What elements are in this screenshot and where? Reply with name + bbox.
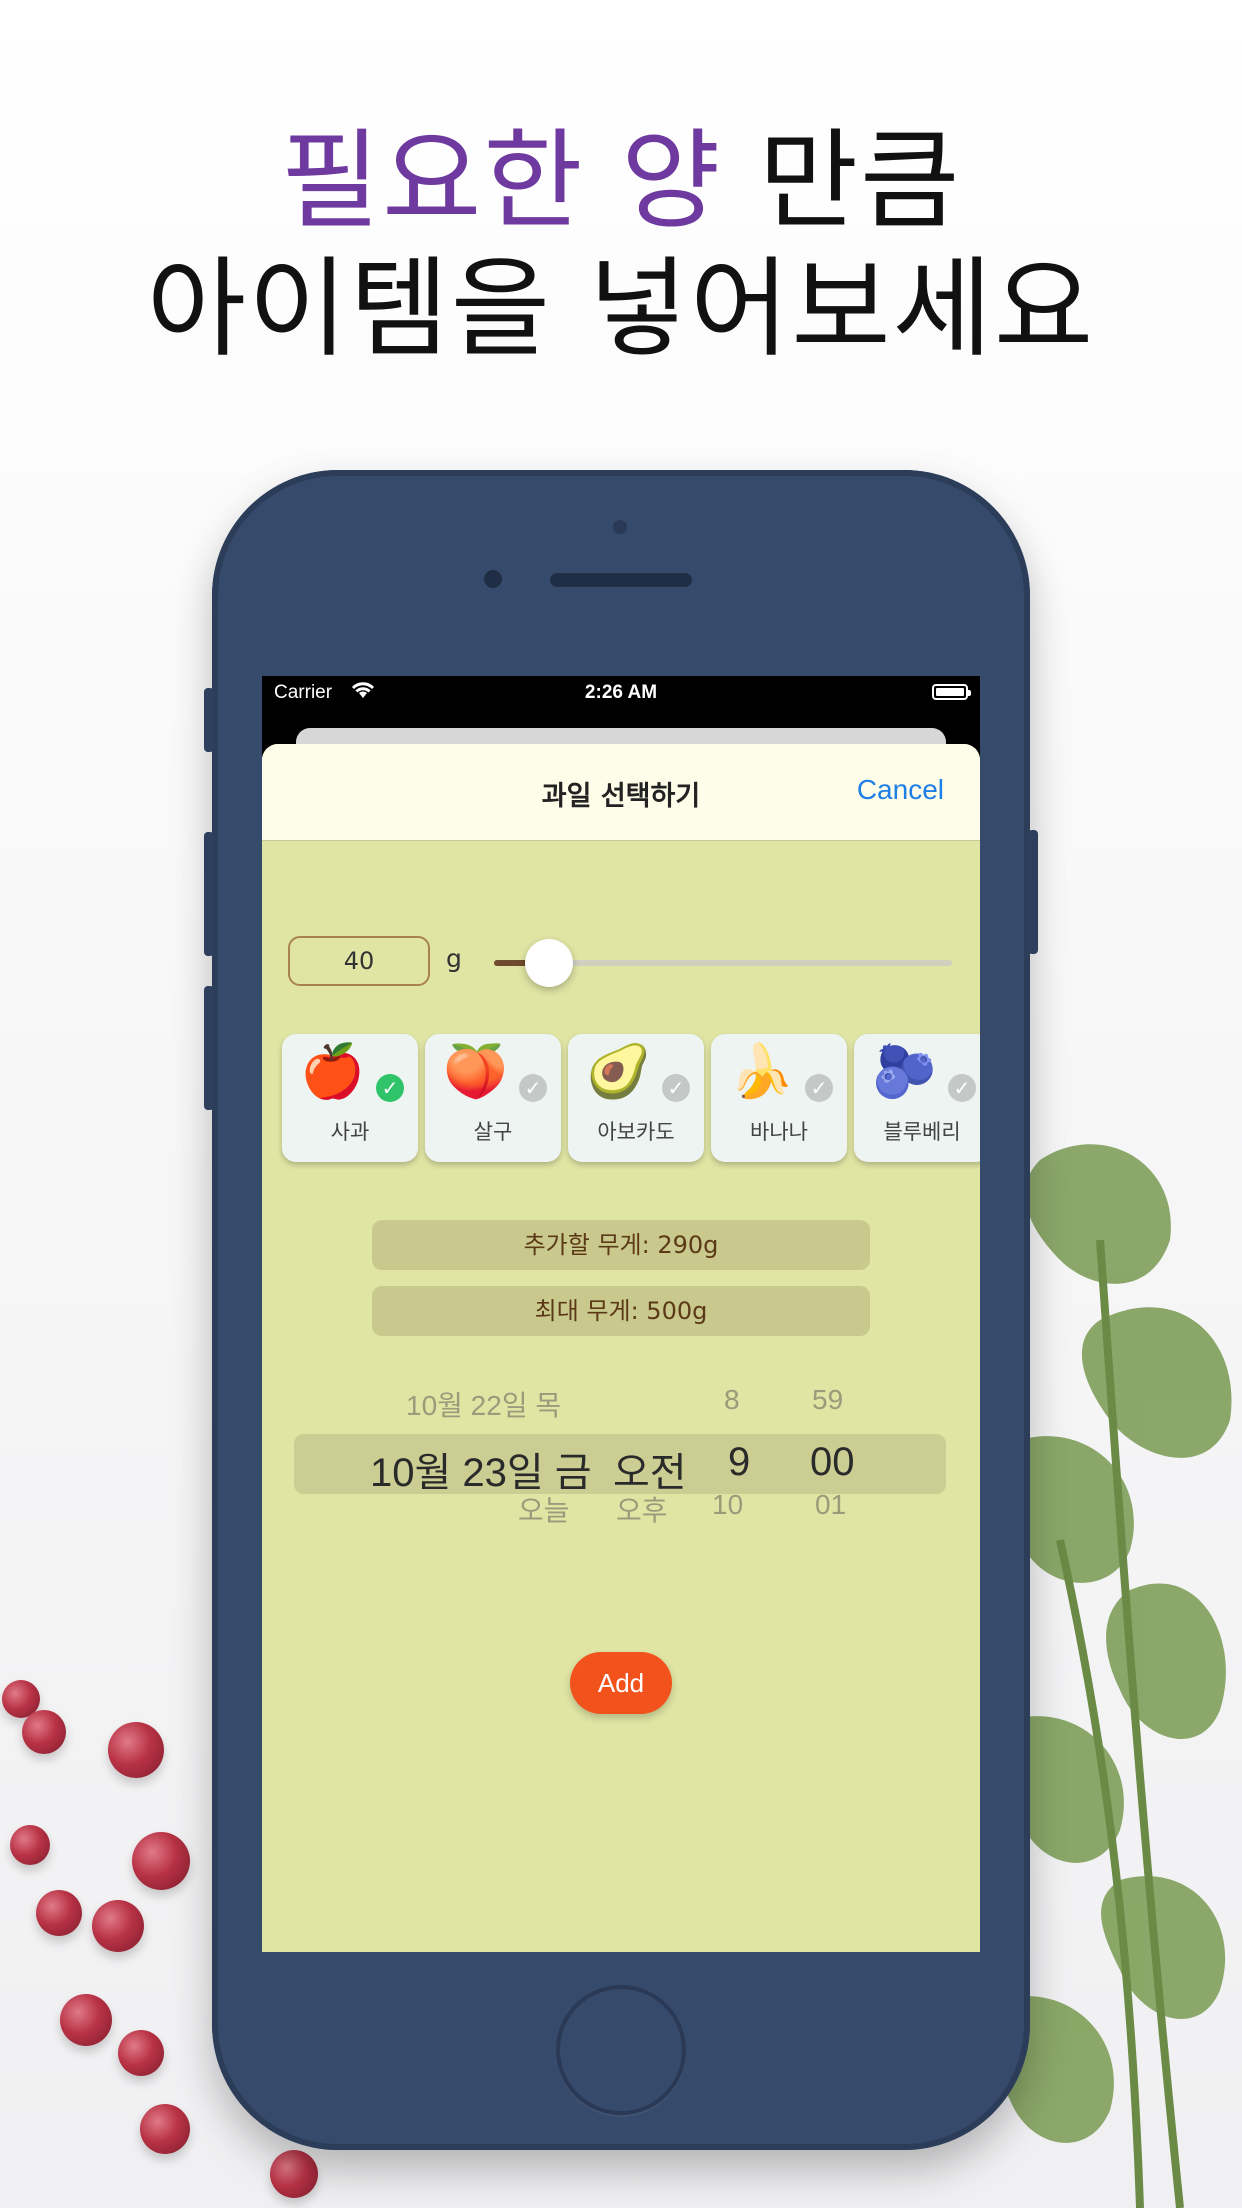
status-bar: Carrier 2:26 AM bbox=[262, 676, 980, 710]
berry-decoration bbox=[118, 2030, 164, 2076]
berry-decoration bbox=[140, 2104, 190, 2154]
add-button[interactable]: Add bbox=[570, 1652, 672, 1714]
banana-icon: 🍌 bbox=[729, 1042, 794, 1102]
headline-accent: 필요한 양 bbox=[280, 119, 723, 244]
picker-selected-minute[interactable]: 00 bbox=[810, 1440, 855, 1485]
fruit-select-sheet: 과일 선택하기 Cancel 40 g 🍎 ✓ 사과 🍑 ✓ 살구 🥑 ✓ 아보 bbox=[262, 744, 980, 1952]
headline-line2: 아이템을 넣어보세요 bbox=[146, 247, 1096, 372]
blueberry-icon: 🫐 bbox=[872, 1042, 937, 1102]
max-weight-label: 최대 무게: 500g bbox=[372, 1286, 870, 1336]
earpiece-speaker bbox=[550, 573, 692, 587]
date-time-picker[interactable]: 10월 22일 목 8 59 10월 23일 금 오전 9 00 오늘 오후 1… bbox=[262, 1344, 980, 1526]
weight-input[interactable]: 40 bbox=[288, 936, 430, 986]
nav-bar: 과일 선택하기 Cancel bbox=[262, 744, 980, 841]
fruit-card-apricot[interactable]: 🍑 ✓ 살구 bbox=[425, 1034, 561, 1162]
fruit-list: 🍎 ✓ 사과 🍑 ✓ 살구 🥑 ✓ 아보카도 🍌 ✓ 바나나 🫐 ✓ 블루베리 bbox=[282, 1034, 980, 1164]
weight-slider[interactable] bbox=[494, 939, 952, 987]
power-button bbox=[1028, 830, 1038, 954]
fruit-card-blueberry[interactable]: 🫐 ✓ 블루베리 bbox=[854, 1034, 980, 1162]
berry-decoration bbox=[22, 1710, 66, 1754]
weight-to-add-label: 추가할 무게: 290g bbox=[372, 1220, 870, 1270]
weight-unit: g bbox=[446, 944, 462, 973]
fruit-name: 살구 bbox=[473, 1120, 513, 1144]
volume-up-button bbox=[204, 832, 214, 956]
picker-selected-hour[interactable]: 9 bbox=[728, 1440, 750, 1485]
fruit-name: 블루베리 bbox=[883, 1120, 961, 1144]
fruit-card-apple[interactable]: 🍎 ✓ 사과 bbox=[282, 1034, 418, 1162]
berry-decoration bbox=[60, 1994, 112, 2046]
picker-next-date[interactable]: 오늘 bbox=[518, 1489, 570, 1529]
berry-decoration bbox=[108, 1722, 164, 1778]
fruit-card-avocado[interactable]: 🥑 ✓ 아보카도 bbox=[568, 1034, 704, 1162]
headline-line1-rest: 만큼 bbox=[722, 119, 962, 244]
berry-decoration bbox=[132, 1832, 190, 1890]
phone-screen: Carrier 2:26 AM 과일 선택하기 Cancel 40 g 🍎 ✓ … bbox=[262, 676, 980, 1952]
status-time: 2:26 AM bbox=[584, 682, 658, 703]
fruit-name: 사과 bbox=[330, 1120, 370, 1144]
battery-icon bbox=[932, 684, 971, 700]
check-icon: ✓ bbox=[519, 1074, 547, 1102]
apple-icon: 🍎 bbox=[300, 1042, 365, 1102]
fruit-name: 바나나 bbox=[750, 1120, 808, 1144]
picker-next-ampm[interactable]: 오후 bbox=[616, 1489, 668, 1529]
avocado-icon: 🥑 bbox=[586, 1042, 651, 1102]
mute-switch bbox=[204, 688, 214, 752]
front-camera bbox=[484, 570, 502, 588]
check-icon: ✓ bbox=[805, 1074, 833, 1102]
home-button[interactable] bbox=[556, 1985, 686, 2115]
berry-decoration bbox=[10, 1825, 50, 1865]
fruit-name: 아보카도 bbox=[597, 1120, 675, 1144]
picker-prev-minute[interactable]: 59 bbox=[812, 1384, 843, 1416]
berry-decoration bbox=[36, 1890, 82, 1936]
headline: 필요한 양 만큼 아이템을 넣어보세요 bbox=[0, 118, 1242, 374]
fruit-card-banana[interactable]: 🍌 ✓ 바나나 bbox=[711, 1034, 847, 1162]
proximity-sensor bbox=[613, 520, 627, 534]
picker-prev-date[interactable]: 10월 22일 목 bbox=[406, 1384, 561, 1424]
berry-decoration bbox=[270, 2150, 318, 2198]
slider-thumb[interactable] bbox=[524, 939, 573, 987]
picker-prev-hour[interactable]: 8 bbox=[724, 1384, 740, 1416]
picker-next-hour[interactable]: 10 bbox=[712, 1489, 743, 1521]
apricot-icon: 🍑 bbox=[443, 1042, 508, 1102]
check-icon: ✓ bbox=[662, 1074, 690, 1102]
cancel-button[interactable]: Cancel bbox=[857, 774, 944, 806]
volume-down-button bbox=[204, 986, 214, 1110]
check-icon: ✓ bbox=[948, 1074, 976, 1102]
check-icon: ✓ bbox=[376, 1074, 404, 1102]
berry-decoration bbox=[92, 1900, 144, 1952]
picker-next-minute[interactable]: 01 bbox=[815, 1489, 846, 1521]
